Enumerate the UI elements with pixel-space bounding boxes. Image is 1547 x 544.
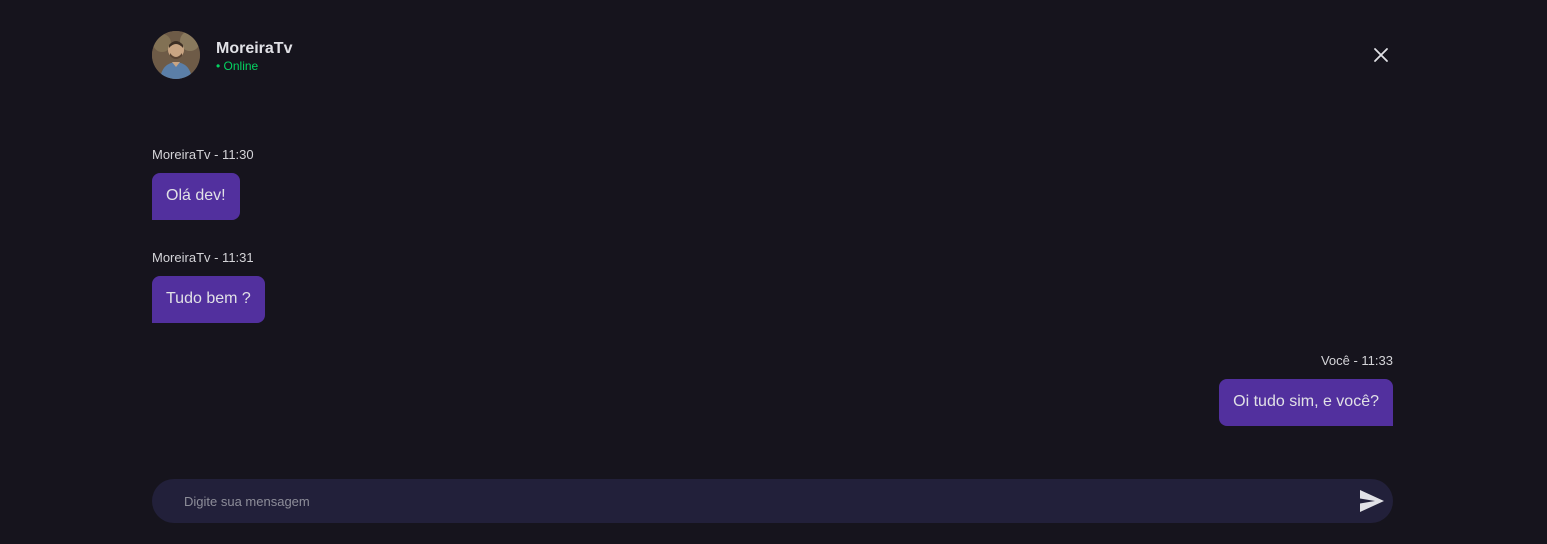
message-bubble: Olá dev! (152, 173, 240, 220)
contact-name: MoreiraTv (216, 40, 293, 57)
message-received: MoreiraTv - 11:30 Olá dev! (152, 147, 254, 220)
online-status: • Online (216, 59, 259, 73)
close-icon (1374, 48, 1388, 62)
message-received: MoreiraTv - 11:31 Tudo bem ? (152, 250, 265, 323)
close-button[interactable] (1369, 43, 1393, 67)
send-button[interactable] (1358, 488, 1386, 514)
message-sent: Você - 11:33 Oi tudo sim, e você? (1219, 353, 1393, 426)
chat-window: MoreiraTv • Online MoreiraTv - 11:30 Olá… (152, 0, 1393, 544)
message-input[interactable] (152, 479, 1342, 523)
message-bubble: Tudo bem ? (152, 276, 265, 323)
message-meta: Você - 11:33 (1320, 353, 1393, 368)
message-composer (152, 479, 1393, 523)
user-info: MoreiraTv • Online (216, 40, 292, 73)
message-meta: MoreiraTv - 11:31 (152, 250, 254, 265)
avatar (152, 31, 200, 79)
chat-header: MoreiraTv • Online (152, 31, 1393, 79)
message-meta: MoreiraTv - 11:30 (152, 147, 254, 162)
message-bubble: Oi tudo sim, e você? (1219, 379, 1393, 426)
send-icon (1360, 490, 1384, 512)
